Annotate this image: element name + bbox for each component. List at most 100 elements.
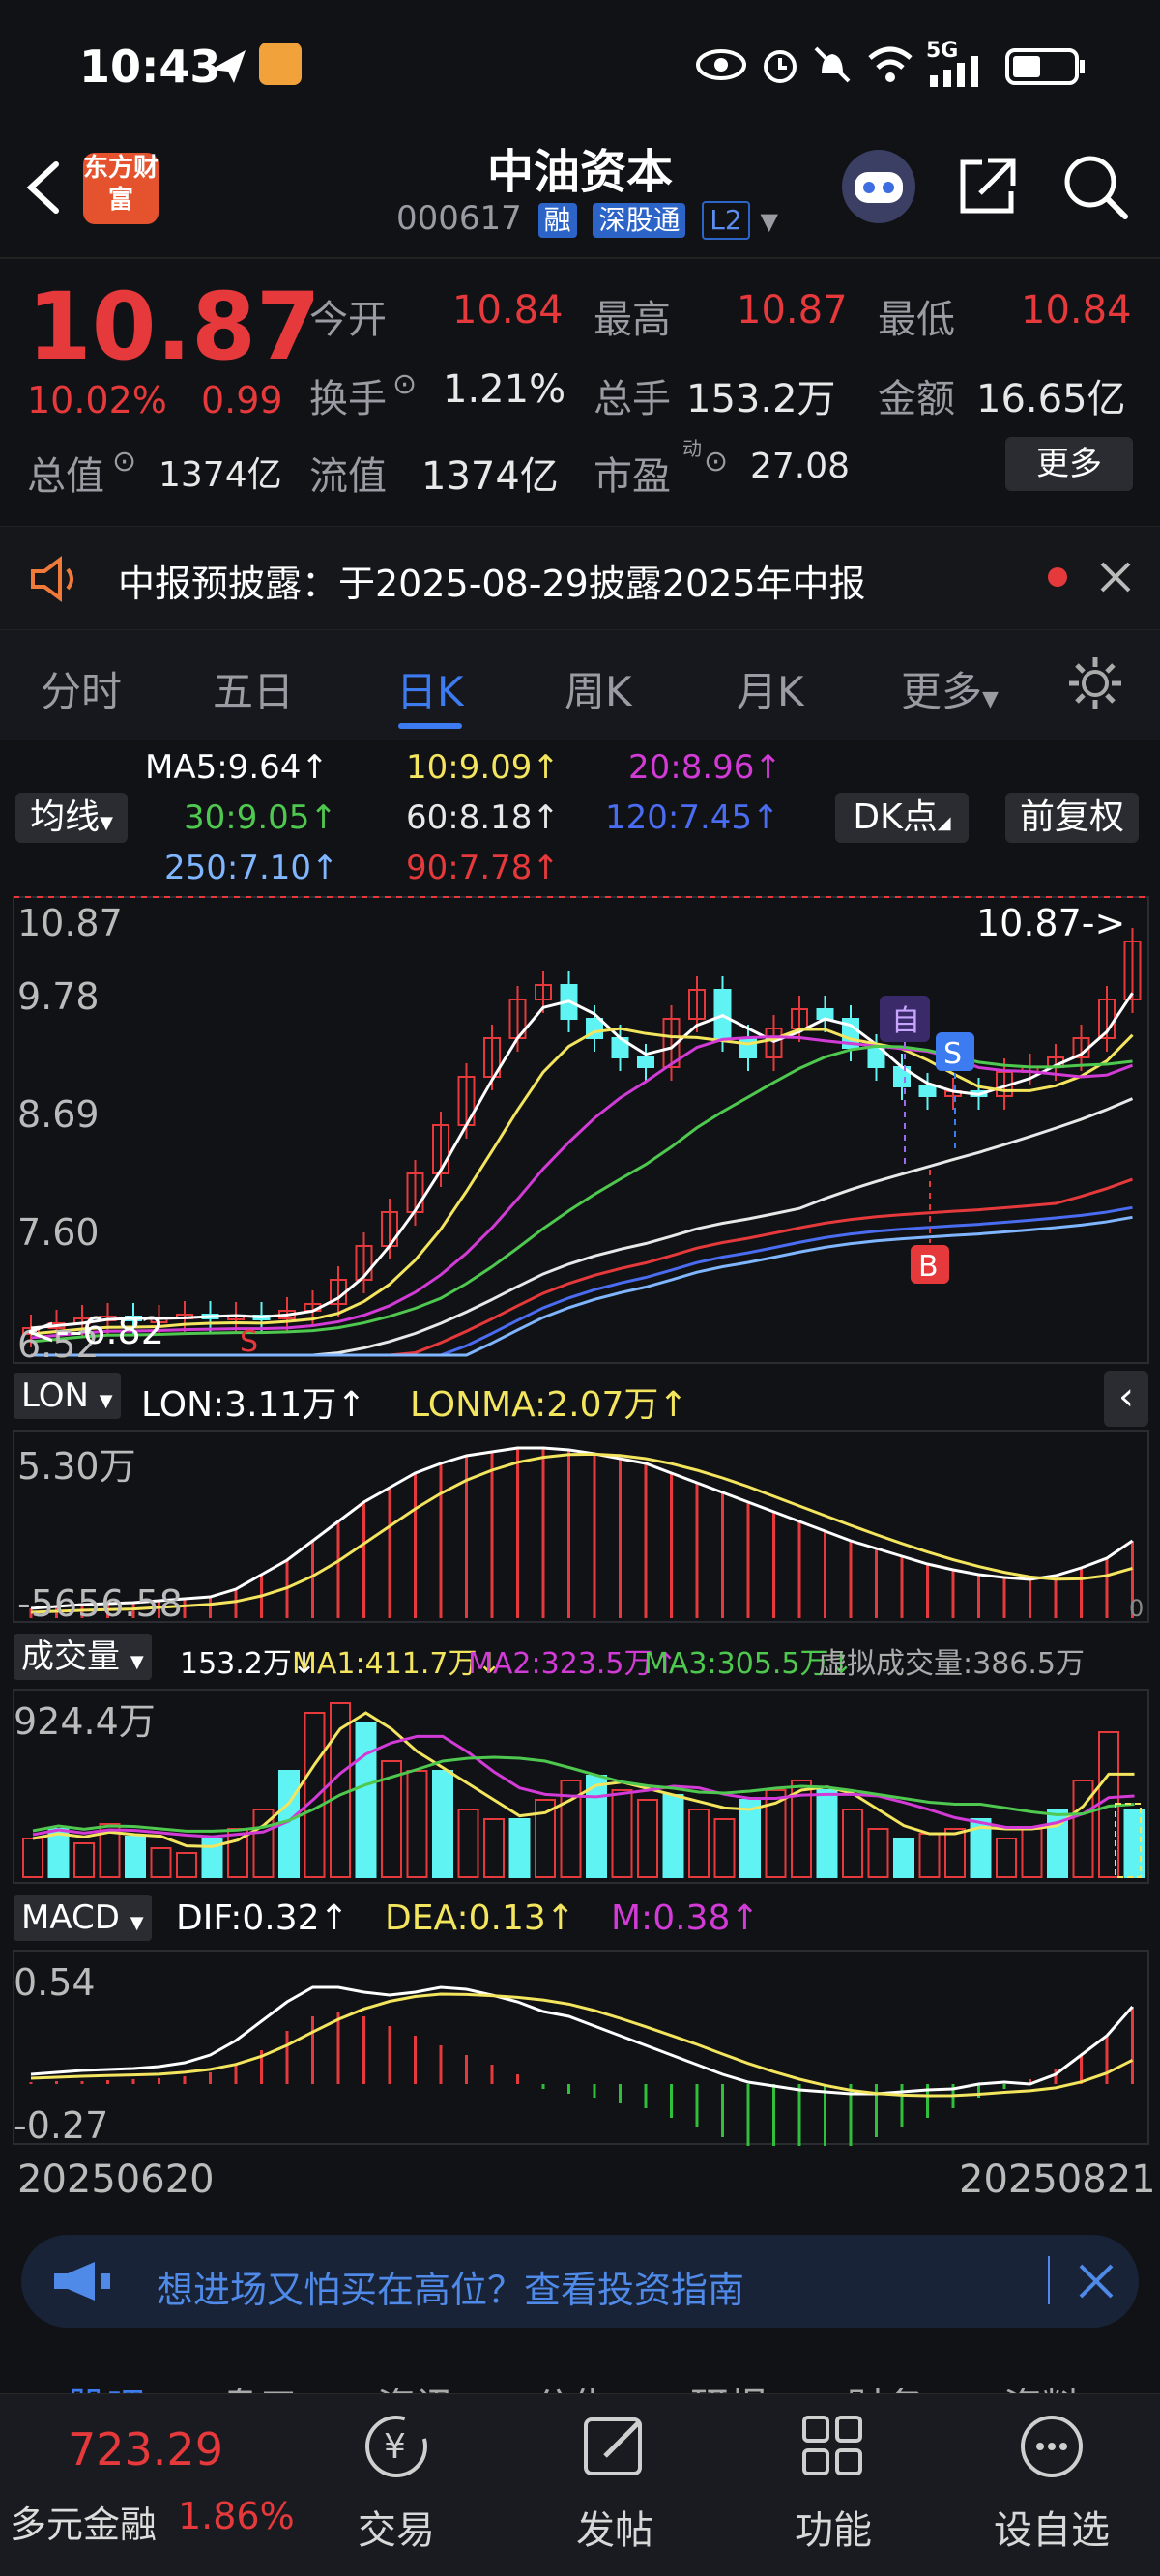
tab-monthly-k[interactable]: 月K <box>737 659 804 718</box>
nav-post[interactable]: 发帖 <box>537 2499 692 2555</box>
volume-label: 总手 <box>594 377 671 421</box>
buy-marker-label: B <box>918 1250 939 1284</box>
dif-line <box>30 1985 1134 2096</box>
gear-icon[interactable] <box>1065 653 1125 713</box>
macd-selector-label: MACD <box>21 1898 120 1937</box>
nav-functions[interactable]: 功能 <box>756 2499 911 2555</box>
active-tab-indicator <box>398 723 462 729</box>
chevron-down-icon: ▼ <box>982 687 999 711</box>
dk-point-label: DK点 <box>853 797 938 837</box>
volume-bar <box>842 1809 863 1878</box>
trade-icon[interactable]: ¥ <box>319 2408 474 2499</box>
lon-line <box>30 1446 1134 1610</box>
mktcap-value: 1374亿 <box>159 455 282 495</box>
sector-name[interactable]: 多元金融 <box>10 2495 157 2548</box>
battery-icon <box>1005 48 1085 85</box>
volume-bar <box>996 1838 1017 1878</box>
lon-selector[interactable]: LON ▼ <box>14 1373 121 1419</box>
lon-chart: 5.30万 -5656.58 0 <box>13 1430 1149 1624</box>
amount-label: 金额 <box>878 377 955 421</box>
tab-five-day[interactable]: 五日 <box>213 659 294 718</box>
low-value: 10.84 <box>1021 288 1132 333</box>
volume-bar <box>1021 1828 1043 1878</box>
nav-trade[interactable]: 交易 <box>319 2499 474 2555</box>
high-label: 最高 <box>594 298 671 342</box>
robot-assistant-icon[interactable] <box>835 145 922 228</box>
info-icon[interactable]: ⊙ <box>392 367 417 401</box>
app-notification-icon <box>259 43 302 85</box>
info-icon[interactable]: ⊙ <box>112 445 136 478</box>
ma-button[interactable]: 均线▼ <box>15 793 128 843</box>
candlestick-series <box>22 928 1142 1347</box>
ma-line <box>30 1044 1133 1344</box>
volume-bar <box>944 1828 966 1878</box>
candle <box>918 1085 937 1097</box>
notice-text: 中报预披露：于2025-08-29披露2025年中报 <box>118 563 866 605</box>
dropdown-arrow-icon[interactable]: ▼ <box>761 208 778 235</box>
ma20-value: 20:8.96↑ <box>628 748 782 787</box>
volume-bar <box>508 1818 531 1878</box>
signal-icon <box>930 56 978 87</box>
volume-bar <box>713 1818 736 1878</box>
unread-dot <box>1048 567 1067 587</box>
send-icon <box>211 50 246 83</box>
lon-value: LON:3.11万↑ <box>141 1385 366 1425</box>
tab-daily-k[interactable]: 日K <box>396 659 464 718</box>
y-label: 8.69 <box>17 1093 100 1136</box>
tab-weekly-k[interactable]: 周K <box>565 659 632 718</box>
search-icon[interactable] <box>1061 153 1131 222</box>
close-icon[interactable] <box>1096 558 1135 596</box>
dk-point-button[interactable]: DK点◢ <box>835 793 969 843</box>
pe-label: 市盈 <box>594 454 671 499</box>
info-icon[interactable]: ⊙ <box>704 445 728 478</box>
mute-icon <box>814 46 851 83</box>
turnover-value: 1.21% <box>443 367 566 412</box>
turnover-label: 换手 <box>309 377 387 421</box>
macd-histogram <box>29 2007 1134 2146</box>
collapse-panel-button[interactable]: ‹ <box>1104 1371 1148 1427</box>
volume-bar <box>150 1847 172 1878</box>
volume-ma-line <box>32 1734 1135 1838</box>
nav-watchlist-settings[interactable]: 设自选 <box>974 2499 1129 2555</box>
section-tabs: 股吧 盘口 资讯 公告 研报 财务 资料 <box>0 2359 1160 2397</box>
tab-more-label: 更多 <box>901 668 983 715</box>
share-icon[interactable] <box>955 155 1019 218</box>
sector-index-value[interactable]: 723.29 <box>68 2423 223 2475</box>
l2-tag: L2 <box>702 201 750 240</box>
float-label: 流值 <box>309 454 387 499</box>
tab-more[interactable]: 更多▼ <box>901 659 999 718</box>
volume-bar <box>73 1842 95 1878</box>
macd-dif: DIF:0.32↑ <box>176 1898 349 1938</box>
close-icon[interactable] <box>1075 2260 1117 2302</box>
post-icon[interactable] <box>537 2408 692 2499</box>
candle <box>637 1056 654 1068</box>
notice-banner[interactable]: 中报预披露：于2025-08-29披露2025年中报 <box>0 526 1160 630</box>
volume-bar <box>406 1770 428 1878</box>
kline-chart[interactable]: 10.87 9.78 8.69 7.60 6.52 10.87-> <--6.8… <box>0 893 1160 1367</box>
stock-code-row: 000617 融 深股通 L2 ▼ <box>396 199 778 240</box>
volume-value: 153.2万 <box>686 377 836 421</box>
more-quote-button[interactable]: 更多 <box>1005 437 1133 491</box>
volume-selector[interactable]: 成交量 ▼ <box>14 1634 152 1680</box>
speaker-icon <box>31 556 73 602</box>
tab-intraday[interactable]: 分时 <box>41 659 122 718</box>
volume-bar <box>816 1789 838 1878</box>
open-label: 今开 <box>309 298 387 342</box>
open-value: 10.84 <box>452 288 564 333</box>
eye-icon <box>696 49 746 80</box>
dea-line <box>30 1992 1134 2098</box>
wifi-icon <box>868 46 913 82</box>
volume-bars <box>22 1702 1146 1878</box>
promo-banner[interactable]: 想进场又怕买在高位？查看投资指南 <box>21 2235 1139 2328</box>
candle <box>740 1037 757 1058</box>
alarm-icon <box>764 50 797 83</box>
volume-bar <box>22 1838 44 1878</box>
ma-line <box>30 1027 1134 1336</box>
adjust-button[interactable]: 前复权 <box>1005 793 1139 843</box>
macd-selector[interactable]: MACD ▼ <box>14 1895 152 1941</box>
sector-change: 1.86% <box>178 2495 295 2537</box>
grid-icon[interactable] <box>756 2408 911 2499</box>
lon-zero-label: 0 <box>1129 1595 1144 1622</box>
more-options-icon[interactable] <box>974 2408 1129 2499</box>
end-date: 20250821 <box>959 2157 1156 2202</box>
